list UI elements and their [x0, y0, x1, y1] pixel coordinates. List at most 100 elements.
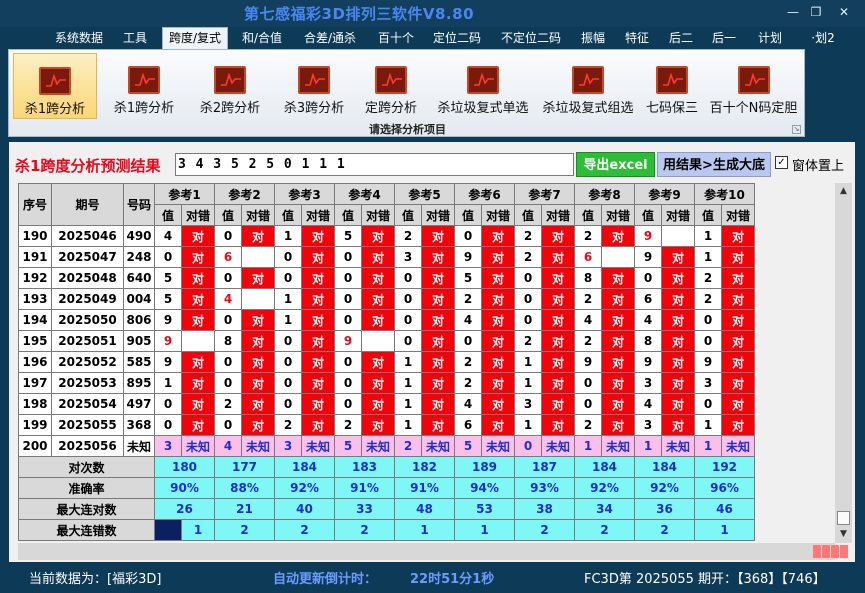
horizontal-scrollbar[interactable] — [18, 543, 835, 560]
cell-correct: 对 — [241, 330, 275, 352]
cell-value: 6 — [634, 288, 662, 310]
stats-value: 2 — [514, 519, 575, 541]
cell-correct: 对 — [301, 246, 335, 268]
table-row[interactable]: 192 2025048 640 5 对 0 对 0 对 0 对 0 对 5 对 0 对 8 对 0 对 2 对 — [18, 267, 755, 289]
cell-correct: 对 — [481, 372, 515, 394]
menu-item[interactable]: 定位二码 — [428, 29, 486, 47]
cell-correct: 对 — [721, 372, 755, 394]
menu-item[interactable]: 和/合值 — [236, 29, 288, 47]
ribbon-button[interactable]: 杀1跨分析 — [13, 53, 97, 119]
ribbon-button[interactable]: 定跨分析 — [355, 53, 427, 119]
cell-value: 1 — [694, 414, 722, 436]
cell-correct: 对 — [601, 351, 635, 373]
checkbox-check-icon[interactable]: ✓ — [775, 156, 788, 169]
header-ref: 参考2 — [214, 183, 275, 205]
stats-value: 182 — [394, 456, 455, 478]
ribbon-button[interactable]: 杀1跨分析 — [103, 53, 185, 119]
menu-item[interactable]: 特征 — [620, 29, 654, 47]
menu-item[interactable]: 后一 — [707, 29, 741, 47]
stats-row: 对次数 180 177 184 183 182 189 187 184 184 192 — [18, 456, 755, 478]
cell-correct: 对 — [421, 351, 455, 373]
stats-value: 2 — [634, 519, 695, 541]
scroll-down-icon[interactable]: ▼ — [835, 526, 852, 543]
cell-value: 0 — [274, 246, 302, 268]
table-row-upcoming[interactable]: 200 2025056 未知 3 未知 4 未知 3 未知 5 未知 2 未知 5 未知 0 未知 1 未知 1 未知 1… — [18, 435, 755, 457]
scroll-up-icon[interactable]: ▲ — [835, 183, 852, 200]
header-value: 值 — [634, 204, 662, 226]
ribbon-button[interactable]: 七码保三 — [640, 53, 704, 119]
cell-value: 0 — [214, 351, 242, 373]
table-row[interactable]: 196 2025052 585 9 对 0 对 0 对 0 对 1 对 2 对 1 对 9 对 9 对 9 对 — [18, 351, 755, 373]
generate-base-button[interactable]: 用结果>生成大底 — [657, 152, 771, 177]
menu-item[interactable]: 跨度/复式 — [162, 27, 228, 49]
topmost-label: 窗体置上 — [792, 159, 845, 174]
cell-value: 2 — [694, 288, 722, 310]
table-row[interactable]: 190 2025046 490 4 对 0 对 1 对 5 对 2 对 0 对 2 对 2 对 9 1 对 — [18, 225, 755, 247]
cell-value: 1 — [694, 435, 722, 457]
table-row[interactable]: 198 2025054 497 0 对 2 对 0 对 0 对 1 对 4 对 3 对 0 对 4 对 0 对 — [18, 393, 755, 415]
result-field[interactable]: 3 4 3 5 2 5 0 1 1 1 — [175, 153, 574, 176]
stats-value: 40 — [274, 498, 335, 520]
export-excel-button[interactable]: 导出excel — [576, 152, 655, 177]
cell-value: 0 — [214, 309, 242, 331]
ribbon-button[interactable]: 杀垃圾复式单选 — [431, 53, 535, 119]
cell-number: 368 — [123, 414, 155, 436]
cell-value: 9 — [694, 351, 722, 373]
result-title: 杀1跨度分析预测结果 — [15, 157, 161, 175]
ribbon-button[interactable]: 杀2跨分析 — [189, 53, 271, 119]
table-row[interactable]: 194 2025050 806 9 对 0 对 1 对 0 对 0 对 4 对 0 对 4 对 4 对 0 对 — [18, 309, 755, 331]
cell-number: 640 — [123, 267, 155, 289]
cell-correct: 对 — [241, 414, 275, 436]
cell-value: 2 — [454, 288, 482, 310]
header-correct: 对错 — [601, 204, 635, 226]
menu-item[interactable]: 工具 — [118, 29, 152, 47]
cell-correct: 对 — [601, 225, 635, 247]
cell-correct: 对 — [661, 372, 695, 394]
table-row[interactable]: 199 2025055 368 0 对 0 对 2 对 2 对 1 对 6 对 1 对 2 对 3 对 1 对 — [18, 414, 755, 436]
chart-line-icon — [128, 66, 160, 94]
menu-item[interactable]: 振幅 — [576, 29, 610, 47]
cell-value: 0 — [514, 309, 542, 331]
cell-correct: 对 — [601, 414, 635, 436]
cell-number: 490 — [123, 225, 155, 247]
countdown-value: 22时51分1秒 — [410, 572, 495, 587]
menu-item[interactable]: 后二 — [664, 29, 698, 47]
close-button[interactable]: ✕ — [836, 5, 852, 19]
ribbon-expand-icon[interactable]: ↘ — [792, 125, 801, 134]
menu-item[interactable]: 百十个 — [373, 29, 419, 47]
cell-correct: 对 — [721, 246, 755, 268]
ribbon-button[interactable]: 百十个N码定胆 — [706, 53, 801, 119]
vertical-scrollbar[interactable]: ▲ ▼ — [835, 183, 852, 543]
menu-item[interactable]: 合差/通杀 — [298, 29, 362, 47]
menu-item[interactable]: 计划 — [753, 29, 787, 47]
cell-seq: 195 — [18, 330, 52, 352]
minimize-button[interactable]: — — [785, 5, 801, 19]
scroll-thumb[interactable] — [837, 511, 850, 525]
menu-item[interactable]: ·划2 — [808, 29, 838, 47]
table-row[interactable]: 191 2025047 248 0 对 6 0 对 0 对 3 对 9 对 2 对 6 9 对 1 对 — [18, 246, 755, 268]
cell-period: 2025056 — [51, 435, 124, 457]
stats-value: 21 — [214, 498, 275, 520]
cell-value: 9 — [154, 330, 182, 352]
table-row[interactable]: 195 2025051 905 9 8 对 0 对 9 0 对 0 对 2 对 2 对 8 对 0 对 — [18, 330, 755, 352]
stats-value: 2 — [574, 519, 635, 541]
ribbon-button[interactable]: 杀3跨分析 — [273, 53, 355, 119]
stats-value: 53 — [454, 498, 515, 520]
cell-correct: 对 — [421, 309, 455, 331]
cell-correct: 对 — [601, 372, 635, 394]
header-correct: 对错 — [301, 204, 335, 226]
chart-line-icon — [656, 66, 688, 94]
restore-button[interactable]: ❐ — [808, 5, 824, 19]
table-row[interactable]: 193 2025049 004 5 对 4 1 对 0 对 0 对 2 对 0 对 2 对 6 对 2 对 — [18, 288, 755, 310]
status-bar: 当前数据为：[福彩3D] 自动更新倒计时： 22时51分1秒 FC3D第 202… — [0, 562, 865, 593]
header-correct: 对错 — [181, 204, 215, 226]
ribbon-button[interactable]: 杀垃圾复式组选 — [537, 53, 639, 119]
cell-value: 0 — [334, 309, 362, 331]
table-row[interactable]: 197 2025053 895 1 对 0 对 0 对 0 对 1 对 2 对 1 对 0 对 3 对 3 对 — [18, 372, 755, 394]
cell-value: 4 — [454, 309, 482, 331]
menu-item[interactable]: 系统数据 — [50, 29, 108, 47]
header-period: 期号 — [51, 183, 124, 226]
cell-correct: 对 — [541, 393, 575, 415]
menu-item[interactable]: 不定位二码 — [496, 29, 566, 47]
header-value: 值 — [574, 204, 602, 226]
